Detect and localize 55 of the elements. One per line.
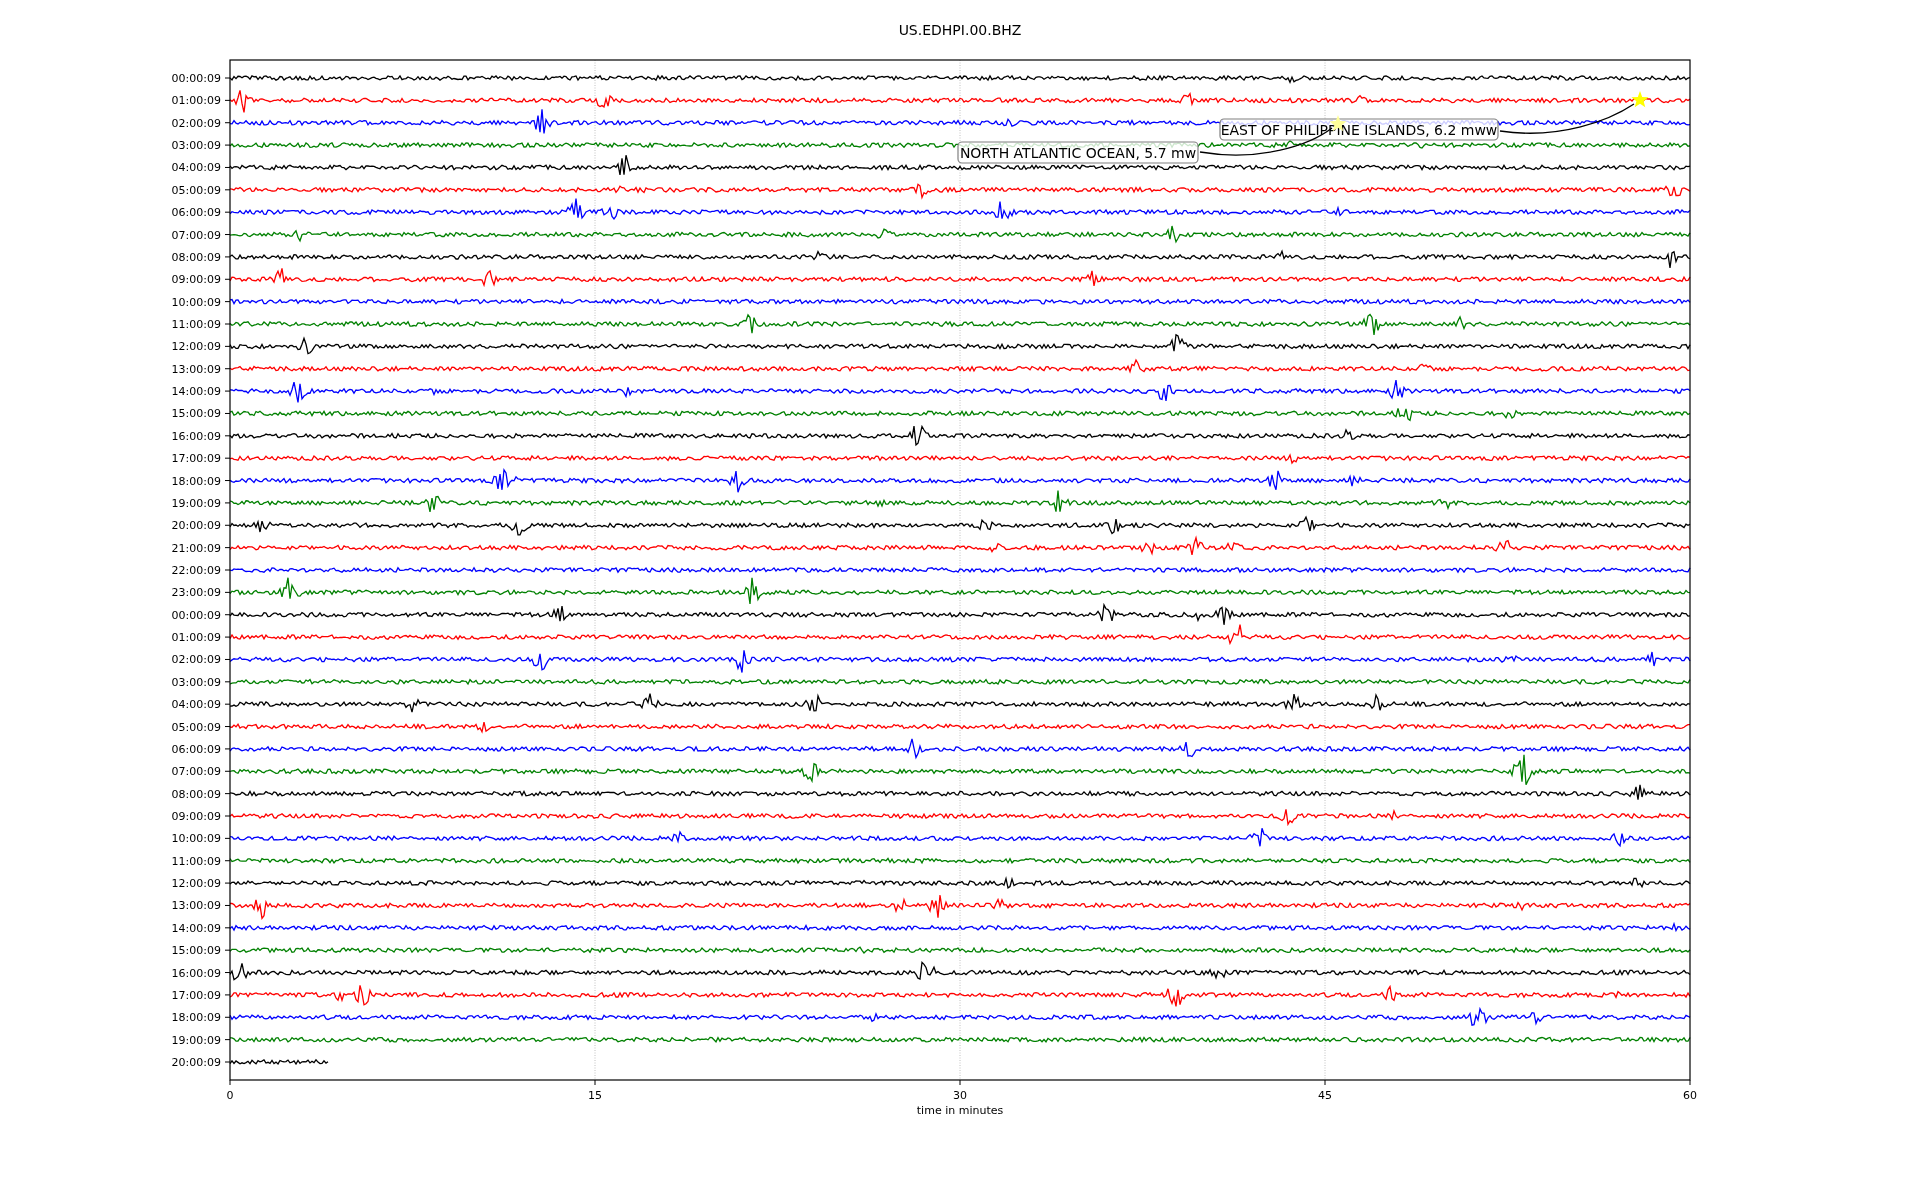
time-label: 19:00:09 — [171, 1033, 221, 1047]
time-label: 20:00:09 — [171, 519, 221, 533]
time-label: 07:00:09 — [171, 228, 221, 242]
annotation-label: NORTH ATLANTIC OCEAN, 5.7 mw — [957, 141, 1199, 164]
time-label: 15:00:09 — [171, 407, 221, 421]
plot-title: US.EDHPI.00.BHZ — [898, 22, 1022, 38]
time-label: 05:00:09 — [171, 183, 221, 197]
time-label: 09:00:09 — [171, 273, 221, 287]
axis-tick-label: 15 — [588, 1089, 602, 1102]
time-label: 07:00:09 — [171, 765, 221, 779]
time-label: 10:00:09 — [171, 295, 221, 309]
time-label: 16:00:09 — [171, 966, 221, 980]
time-label: 04:00:09 — [171, 161, 221, 175]
time-label: 16:00:09 — [171, 429, 221, 443]
time-label: 13:00:09 — [171, 899, 221, 913]
time-label: 17:00:09 — [171, 452, 221, 466]
time-label: 03:00:09 — [171, 139, 221, 153]
axis-label: time in minutes — [916, 1104, 1004, 1117]
axis-tick-label: 0 — [226, 1089, 234, 1102]
time-label: 22:00:09 — [171, 564, 221, 577]
time-label: 06:00:09 — [171, 742, 221, 756]
time-label: 12:00:09 — [171, 340, 221, 354]
time-label: 21:00:09 — [171, 541, 221, 555]
time-label: 08:00:09 — [171, 250, 221, 264]
time-label: 19:00:09 — [171, 496, 221, 510]
time-label: 14:00:09 — [171, 385, 221, 399]
time-label: 02:00:09 — [171, 653, 221, 667]
axis-tick-label: 60 — [1683, 1089, 1697, 1102]
time-label: 18:00:09 — [171, 474, 221, 488]
time-label: 04:00:09 — [171, 698, 221, 712]
time-label: 03:00:09 — [171, 675, 221, 689]
time-label: 08:00:09 — [171, 787, 221, 801]
time-label: 14:00:09 — [171, 921, 221, 935]
time-label: 18:00:09 — [171, 1011, 221, 1025]
time-label: 10:00:09 — [171, 832, 221, 846]
time-label: 09:00:09 — [171, 810, 221, 823]
time-label: 13:00:09 — [171, 362, 221, 376]
time-label: 01:00:09 — [171, 94, 221, 108]
annotation-label: EAST OF PHILIPPINE ISLANDS, 6.2 mww — [1219, 118, 1499, 141]
time-label: 20:00:09 — [171, 1056, 221, 1069]
time-label: 15:00:09 — [171, 944, 221, 958]
time-label: 06:00:09 — [171, 206, 221, 220]
time-label: 00:00:09 — [171, 608, 221, 622]
time-label: 17:00:09 — [171, 988, 221, 1002]
star-icon — [1631, 91, 1649, 108]
time-label: 00:00:09 — [171, 72, 221, 85]
time-label: 05:00:09 — [171, 720, 221, 734]
axis-tick-label: 30 — [953, 1089, 967, 1102]
time-label: 23:00:09 — [171, 586, 221, 600]
axis-tick-label: 45 — [1318, 1089, 1332, 1102]
time-label: 02:00:09 — [171, 116, 221, 130]
time-label: 01:00:09 — [171, 631, 221, 645]
time-label: 11:00:09 — [171, 318, 221, 331]
time-label: 11:00:09 — [171, 854, 221, 868]
time-label: 12:00:09 — [171, 877, 221, 891]
